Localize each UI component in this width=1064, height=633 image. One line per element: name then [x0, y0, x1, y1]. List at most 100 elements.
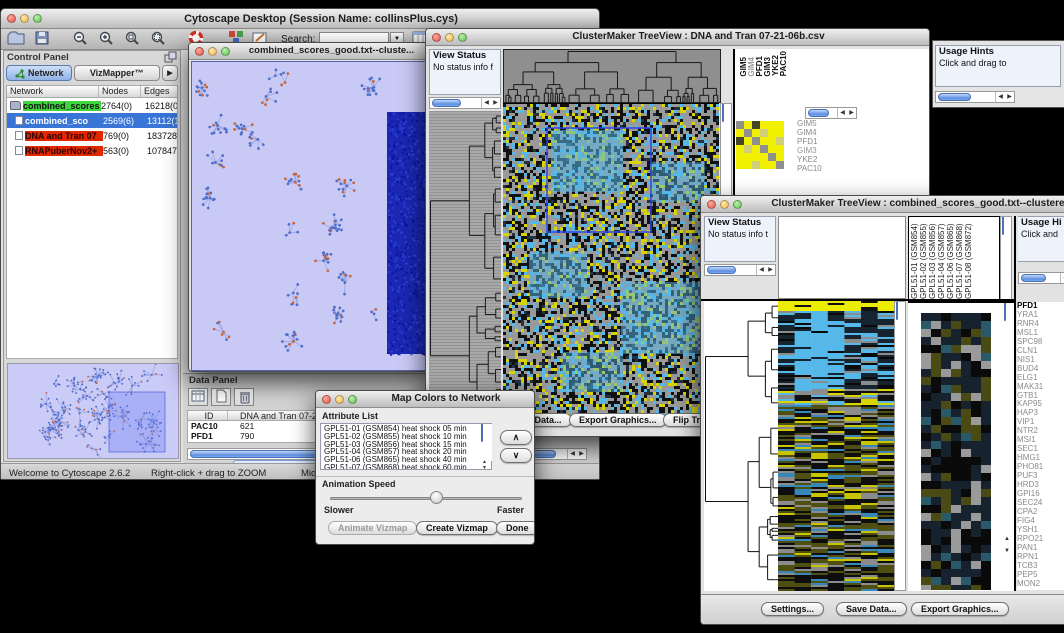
animation-speed-slider[interactable]	[330, 490, 522, 505]
column-label[interactable]: PAC10	[780, 51, 788, 76]
network-row[interactable]: combined_sco 2569(6) 13112(15)	[7, 113, 177, 128]
birdseye-overview[interactable]	[7, 363, 179, 459]
treeview1-titlebar[interactable]: ClusterMaker TreeView : DNA and Tran 07-…	[426, 29, 929, 46]
row-id: PFD1	[188, 431, 228, 441]
gene-list-scrollbar[interactable]	[1003, 303, 1015, 373]
export-graphics-button[interactable]: Export Graphics...	[569, 413, 667, 427]
network-row[interactable]: RNAPuberNov2+ 563(0) 107847(0)	[7, 143, 177, 158]
minimize-button[interactable]	[445, 33, 454, 42]
scroll-up-icon[interactable]: ▲	[1004, 536, 1010, 542]
open-file-button[interactable]	[5, 30, 27, 48]
more-tabs-button[interactable]: ▶	[162, 65, 178, 81]
gene-label[interactable]: MON2	[1017, 580, 1064, 589]
zoom-window-button[interactable]	[33, 14, 42, 23]
matrix-cell	[768, 121, 776, 129]
attribute-list-scrollbar[interactable]	[480, 424, 492, 461]
matrix-cell	[776, 161, 784, 169]
zoom-window-button[interactable]	[221, 47, 230, 56]
close-button[interactable]	[432, 33, 441, 42]
treeview1-title: ClusterMaker TreeView : DNA and Tran 07-…	[474, 31, 923, 42]
close-button[interactable]	[707, 200, 716, 209]
array-labels: GPL51-01 (GSM854)GPL51-02 (GSM855)GPL51-…	[909, 217, 999, 299]
attribute-item[interactable]: GPL51-04 (GSM857) heat shock 20 min	[324, 448, 491, 456]
heatmap-v-scrollbar[interactable]	[894, 301, 906, 591]
gene-dendrogram[interactable]	[429, 111, 501, 421]
network-type-icon	[10, 101, 21, 110]
new-attribute-icon[interactable]	[211, 388, 231, 406]
expression-heatmap[interactable]	[503, 103, 719, 422]
treeview2-titlebar[interactable]: ClusterMaker TreeView : combined_scores_…	[701, 196, 1064, 213]
attribute-item[interactable]: GPL51-07 (GSM868) heat shock 60 min	[324, 464, 491, 470]
scroll-down-icon[interactable]: ▼	[1004, 548, 1010, 554]
main-window-title: Cytoscape Desktop (Session Name: collins…	[49, 13, 593, 25]
attribute-item[interactable]: GPL51-06 (GSM865) heat shock 40 min	[324, 456, 491, 464]
minimize-button[interactable]	[720, 200, 729, 209]
view-status-scrollbar[interactable]: ◀▶	[429, 97, 501, 109]
zoom-window-button[interactable]	[733, 200, 742, 209]
similarity-matrix[interactable]	[736, 121, 784, 169]
column-tree-area[interactable]	[778, 216, 906, 299]
matrix-cell	[752, 121, 760, 129]
matrix-cell	[752, 161, 760, 169]
tab-vizmapper[interactable]: VizMapper™	[74, 65, 160, 81]
zoom-window-button[interactable]	[458, 33, 467, 42]
zoomed-heatmap[interactable]	[921, 313, 991, 590]
attribute-item[interactable]: GPL51-01 (GSM854) heat shock 05 min	[324, 425, 491, 433]
minimize-button[interactable]	[208, 47, 217, 56]
zoom-out-icon[interactable]	[69, 30, 91, 48]
attribute-select-icon[interactable]	[188, 388, 208, 406]
close-button[interactable]	[322, 395, 331, 404]
zoom-window-button[interactable]	[348, 395, 357, 404]
zoom-in-icon[interactable]	[95, 30, 117, 48]
save-session-button[interactable]	[31, 30, 53, 48]
settings-button[interactable]: Settings...	[761, 602, 824, 616]
animate-vizmap-button[interactable]: Animate Vizmap	[328, 521, 417, 535]
network-list: combined_scores 2764(0) 16218(0) combine…	[6, 98, 178, 359]
view-status-scrollbar[interactable]: ◀▶	[704, 264, 776, 276]
network-view-titlebar[interactable]: combined_scores_good.txt--cluste...	[189, 43, 432, 60]
create-vizmap-button[interactable]: Create Vizmap	[416, 521, 498, 535]
scroll-down-icon[interactable]: ▼	[482, 465, 487, 471]
matrix-cell	[736, 161, 744, 169]
label-panel-scrollbar[interactable]: ◀▶	[805, 107, 857, 119]
usage-hints-scrollbar[interactable]: ◀▶	[1018, 272, 1064, 284]
save-data-button[interactable]: Save Data...	[836, 602, 907, 616]
matrix-cell	[768, 137, 776, 145]
slider-thumb[interactable]	[430, 491, 443, 504]
main-titlebar[interactable]: Cytoscape Desktop (Session Name: collins…	[1, 9, 599, 29]
minimize-button[interactable]	[335, 395, 344, 404]
network-canvas[interactable]	[191, 61, 432, 371]
expression-heatmap[interactable]	[778, 301, 894, 591]
matrix-cell	[760, 145, 768, 153]
attribute-item[interactable]: GPL51-02 (GSM855) heat shock 10 min	[324, 433, 491, 441]
delete-attribute-icon[interactable]	[234, 388, 254, 406]
network-row[interactable]: combined_scores 2764(0) 16218(0)	[7, 98, 177, 113]
usage-hints-scrollbar[interactable]: ◀▶	[935, 91, 1015, 103]
view-status-panel: View StatusNo status info f	[429, 49, 501, 95]
tab-network[interactable]: Network	[6, 65, 72, 81]
gene-dendrogram[interactable]	[704, 301, 778, 591]
minimize-button[interactable]	[20, 14, 29, 23]
close-button[interactable]	[7, 14, 16, 23]
column-dendrogram[interactable]	[503, 49, 721, 103]
zoom-fit-icon[interactable]	[121, 30, 143, 48]
gene-label[interactable]: PAC10	[797, 165, 847, 174]
move-up-button[interactable]: ∧	[500, 430, 532, 445]
attribute-item[interactable]: GPL51-03 (GSM856) heat shock 15 min	[324, 441, 491, 449]
zoom-selected-icon[interactable]	[147, 30, 169, 48]
export-graphics-button[interactable]: Export Graphics...	[911, 602, 1009, 616]
network-type-icon	[15, 116, 23, 125]
matrix-cell	[768, 153, 776, 161]
matrix-cell	[776, 121, 784, 129]
done-button[interactable]: Done	[496, 521, 535, 535]
network-row[interactable]: DNA and Tran 07 769(0) 183728(0)	[7, 128, 177, 143]
zoom-panel	[908, 301, 1014, 591]
label-v-scrollbar[interactable]	[1000, 216, 1012, 300]
dialog-titlebar[interactable]: Map Colors to Network	[316, 391, 534, 408]
array-label[interactable]: GPL51-08 (GSM872)	[965, 218, 974, 299]
desktop: Cytoscape Desktop (Session Name: collins…	[0, 0, 1064, 633]
move-down-button[interactable]: ∨	[500, 448, 532, 463]
map-colors-dialog: Map Colors to Network Attribute List GPL…	[315, 390, 535, 545]
usage-hints-panel: Usage HiClick and	[1018, 216, 1064, 262]
close-button[interactable]	[195, 47, 204, 56]
